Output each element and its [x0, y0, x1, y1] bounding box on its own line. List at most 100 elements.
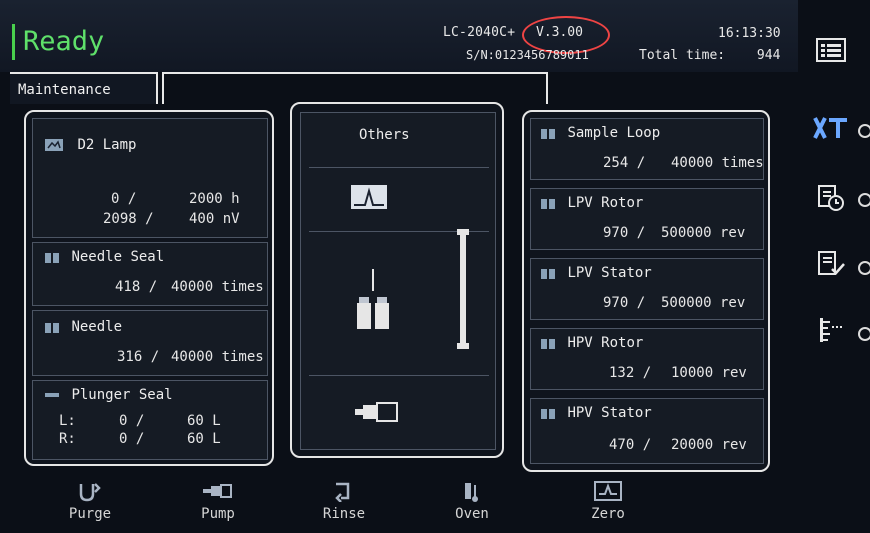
- syringe-icon: [355, 402, 398, 422]
- others-title: Others: [359, 127, 410, 143]
- needle-seal-card[interactable]: Needle Seal 418 / 40000 times: [32, 242, 268, 306]
- tab-maintenance[interactable]: Maintenance: [10, 72, 158, 104]
- xt-tip-icon: [858, 124, 870, 138]
- syringe-button[interactable]: [355, 401, 399, 427]
- needle-title-row: Needle: [45, 319, 122, 335]
- hpv-stator-title-row: HPV Stator: [541, 405, 652, 421]
- d2-v1-left: 0 /: [111, 191, 137, 207]
- vial-pair-icon: [45, 323, 59, 333]
- checklist-button[interactable]: [806, 242, 856, 286]
- vial-pair-icon: [541, 409, 555, 419]
- purge-icon: [48, 478, 132, 504]
- plunger-L-right: 60 L: [187, 413, 221, 429]
- pump-button[interactable]: Pump: [176, 478, 260, 532]
- hpv-rotor-title-row: HPV Rotor: [541, 335, 643, 351]
- vial-pair-icon: [541, 339, 555, 349]
- vials-button[interactable]: [355, 269, 391, 343]
- purge-button[interactable]: Purge: [48, 478, 132, 532]
- d2-lamp-card[interactable]: D2 Lamp 0 / 2000 h 2098 / 400 nV: [32, 118, 268, 238]
- oven-icon: [430, 478, 514, 504]
- lpv-stator-card[interactable]: LPV Stator 970 / 500000 rev: [530, 258, 764, 320]
- ready-status: Ready: [12, 24, 104, 60]
- zero-label: Zero: [591, 506, 625, 522]
- lamp-icon: [45, 139, 63, 151]
- hpv-rotor-card[interactable]: HPV Rotor 132 / 10000 rev: [530, 328, 764, 390]
- chromatogram-icon: [351, 185, 387, 209]
- pump-label: Pump: [201, 506, 235, 522]
- checklist-icon: [818, 251, 845, 275]
- serial-number: S/N:0123456789011: [466, 48, 589, 62]
- needle-seal-right: 40000 times: [171, 279, 264, 295]
- vial-pair-icon: [541, 129, 555, 139]
- column-icon: [457, 229, 469, 349]
- left-maintenance-panel: D2 Lamp 0 / 2000 h 2098 / 400 nV Needle …: [24, 110, 274, 466]
- column-button[interactable]: [451, 229, 475, 353]
- others-panel: Others: [290, 102, 504, 458]
- purge-label: Purge: [68, 506, 112, 522]
- zero-icon: [566, 478, 650, 504]
- rinse-icon: [302, 478, 386, 504]
- hpv-rotor-right: 10000 rev: [671, 365, 747, 381]
- clipboard-clock-icon: [818, 185, 844, 211]
- ladder-button[interactable]: [806, 308, 856, 352]
- d2-lamp-title-row: D2 Lamp: [45, 137, 136, 153]
- list-icon: [816, 38, 846, 62]
- needle-right: 40000 times: [171, 349, 264, 365]
- others-divider-3: [309, 375, 489, 376]
- total-time-value: 944: [756, 48, 781, 63]
- tab-strip-line: [162, 72, 548, 104]
- plunger-seal-title-row: Plunger Seal: [45, 387, 173, 403]
- plunger-icon: [45, 393, 59, 397]
- hpv-stator-card[interactable]: HPV Stator 470 / 20000 rev: [530, 398, 764, 464]
- rinse-label: Rinse: [322, 506, 366, 522]
- clock: 16:13:30: [718, 26, 781, 41]
- firmware-version: V.3.00: [536, 25, 583, 40]
- lpv-stator-title-row: LPV Stator: [541, 265, 652, 281]
- needle-card[interactable]: Needle 316 / 40000 times: [32, 310, 268, 376]
- lpv-rotor-title: LPV Rotor: [567, 195, 644, 211]
- xt-button[interactable]: [806, 106, 856, 150]
- hpv-stator-left: 470 /: [609, 437, 652, 453]
- sample-loop-title-row: Sample Loop: [541, 125, 660, 141]
- hpv-stator-right: 20000 rev: [671, 437, 747, 453]
- total-time-label: Total time:: [639, 48, 726, 63]
- ladder-icon: [820, 318, 842, 342]
- checklist-tip-icon: [858, 261, 870, 275]
- plunger-L-label: L:: [59, 413, 76, 429]
- lpv-stator-right: 500000 rev: [661, 295, 746, 311]
- others-card: Others: [300, 112, 496, 450]
- d2-v2-right: 400 nV: [189, 211, 240, 227]
- plunger-seal-card[interactable]: Plunger Seal L: 0 / 60 L R: 0 / 60 L: [32, 380, 268, 460]
- lpv-rotor-right: 500000 rev: [661, 225, 746, 241]
- sample-loop-right: 40000 times: [671, 155, 764, 171]
- lpv-rotor-card[interactable]: LPV Rotor 970 / 500000 rev: [530, 188, 764, 250]
- d2-lamp-title: D2 Lamp: [77, 137, 137, 153]
- lpv-rotor-title-row: LPV Rotor: [541, 195, 643, 211]
- total-time: Total time: 944: [639, 48, 780, 63]
- d2-v1-right: 2000 h: [189, 191, 240, 207]
- needle-seal-left: 418 /: [115, 279, 158, 295]
- plunger-R-left: 0 /: [119, 431, 145, 447]
- sample-loop-card[interactable]: Sample Loop 254 / 40000 times: [530, 118, 764, 180]
- right-maintenance-panel: Sample Loop 254 / 40000 times LPV Rotor …: [522, 110, 770, 472]
- hpv-rotor-title: HPV Rotor: [567, 335, 644, 351]
- vials-icon: [357, 269, 389, 329]
- ladder-tip-icon: [858, 327, 870, 341]
- menu-list-button[interactable]: [806, 28, 856, 72]
- vial-pair-icon: [541, 199, 555, 209]
- needle-left: 316 /: [117, 349, 160, 365]
- schedule-button[interactable]: [806, 176, 856, 220]
- lpv-stator-title: LPV Stator: [567, 265, 652, 281]
- instrument-screen: Ready LC-2040C+ V.3.00 S/N:0123456789011…: [0, 0, 870, 533]
- d2-v2-left: 2098 /: [103, 211, 154, 227]
- plunger-seal-title: Plunger Seal: [71, 387, 173, 403]
- lpv-rotor-left: 970 /: [603, 225, 646, 241]
- zero-button[interactable]: Zero: [566, 478, 650, 532]
- vial-pair-icon: [45, 253, 59, 263]
- rinse-button[interactable]: Rinse: [302, 478, 386, 532]
- hpv-rotor-left: 132 /: [609, 365, 652, 381]
- sample-loop-title: Sample Loop: [567, 125, 661, 141]
- plunger-R-label: R:: [59, 431, 76, 447]
- chromatogram-button[interactable]: [351, 185, 387, 213]
- oven-button[interactable]: Oven: [430, 478, 514, 532]
